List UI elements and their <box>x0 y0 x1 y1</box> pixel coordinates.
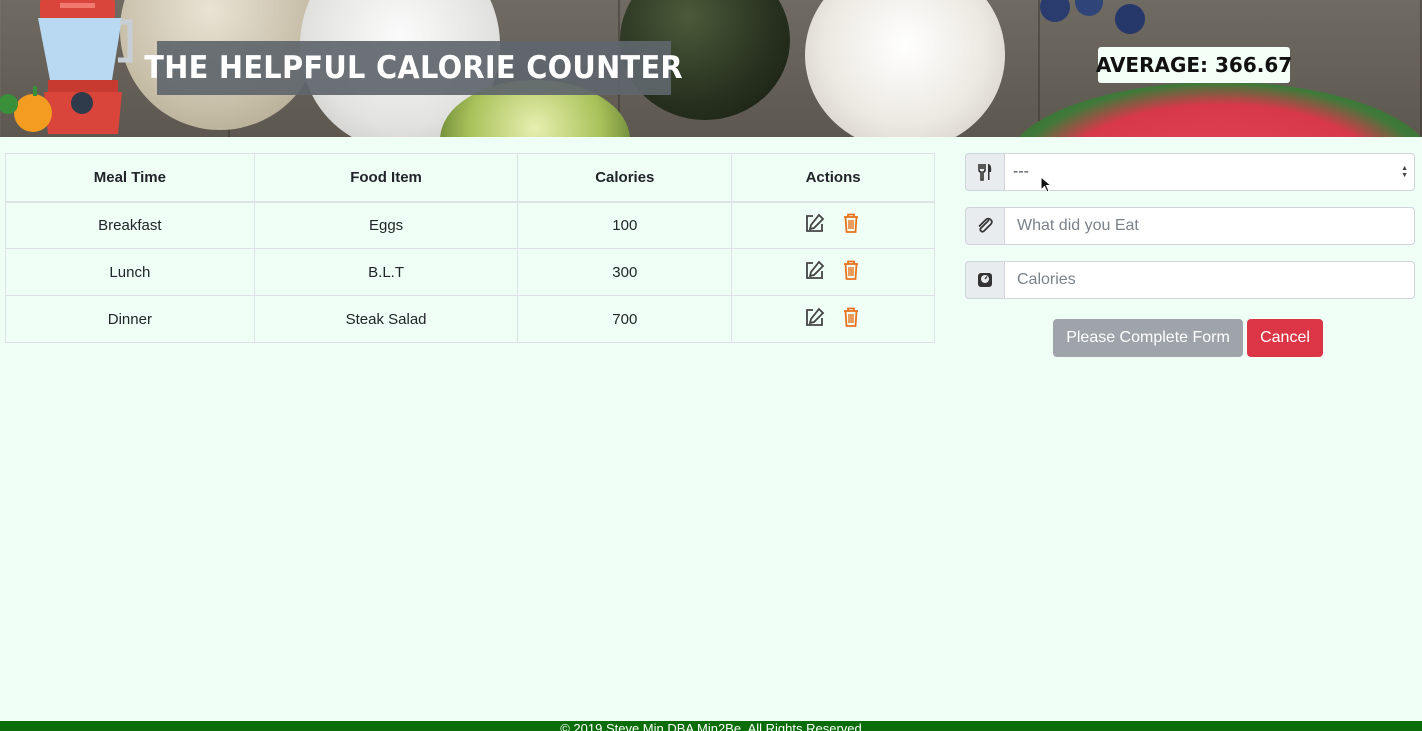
scale-icon <box>965 261 1005 299</box>
blueberry-image <box>1115 4 1145 34</box>
column-header-meal-time: Meal Time <box>5 153 255 203</box>
column-header-calories: Calories <box>517 153 733 203</box>
header-banner: THE HELPFUL CALORIE COUNTER AVERAGE: 366… <box>0 0 1422 137</box>
trash-icon[interactable] <box>840 212 862 234</box>
meal-time-select[interactable]: --- ▲ ▼ <box>1005 153 1415 191</box>
calories-input[interactable] <box>1005 261 1415 299</box>
food-item-cell: Eggs <box>253 201 519 249</box>
food-item-group <box>965 207 1415 245</box>
meal-time-cell: Lunch <box>5 248 255 296</box>
calories-cell: 300 <box>517 248 733 296</box>
utensils-icon <box>965 153 1005 191</box>
table-row: Dinner Steak Salad 700 <box>5 295 935 343</box>
edit-icon[interactable] <box>804 306 826 328</box>
footer-copyright: © 2019 Steve Min DBA Min2Be. All Rights … <box>560 721 862 731</box>
actions-cell <box>731 295 935 343</box>
meals-table: Meal Time Food Item Calories Actions Bre… <box>5 153 935 343</box>
edit-icon[interactable] <box>804 212 826 234</box>
table-row: Lunch B.L.T 300 <box>5 248 935 296</box>
trash-icon[interactable] <box>840 306 862 328</box>
blender-logo <box>0 0 133 134</box>
calories-cell: 700 <box>517 295 733 343</box>
select-arrows-icon: ▲ ▼ <box>1401 165 1408 179</box>
food-item-cell: B.L.T <box>253 248 519 296</box>
calories-group <box>965 261 1415 299</box>
trash-icon[interactable] <box>840 259 862 281</box>
app-title-box: THE HELPFUL CALORIE COUNTER <box>145 41 683 95</box>
paperclip-icon <box>965 207 1005 245</box>
meal-time-select-value: --- <box>1013 163 1029 180</box>
calories-cell: 100 <box>517 201 733 249</box>
app-title: THE HELPFUL CALORIE COUNTER <box>144 50 684 86</box>
mouse-cursor-icon <box>1040 176 1052 193</box>
submit-button[interactable]: Please Complete Form <box>1053 319 1243 357</box>
footer: © 2019 Steve Min DBA Min2Be. All Rights … <box>0 721 1422 731</box>
average-calories-badge: AVERAGE: 366.67 <box>1096 47 1292 83</box>
cancel-button[interactable]: Cancel <box>1247 319 1323 357</box>
food-item-input[interactable] <box>1005 207 1415 245</box>
meal-time-cell: Breakfast <box>5 201 255 249</box>
column-header-actions: Actions <box>731 153 935 203</box>
edit-icon[interactable] <box>804 259 826 281</box>
column-header-food-item: Food Item <box>253 153 519 203</box>
food-item-cell: Steak Salad <box>253 295 519 343</box>
meal-time-group: --- ▲ ▼ <box>965 153 1415 191</box>
actions-cell <box>731 201 935 249</box>
table-header-row: Meal Time Food Item Calories Actions <box>5 153 935 203</box>
meal-time-cell: Dinner <box>5 295 255 343</box>
actions-cell <box>731 248 935 296</box>
table-row: Breakfast Eggs 100 <box>5 201 935 249</box>
mushroom-image-2 <box>805 0 1005 137</box>
